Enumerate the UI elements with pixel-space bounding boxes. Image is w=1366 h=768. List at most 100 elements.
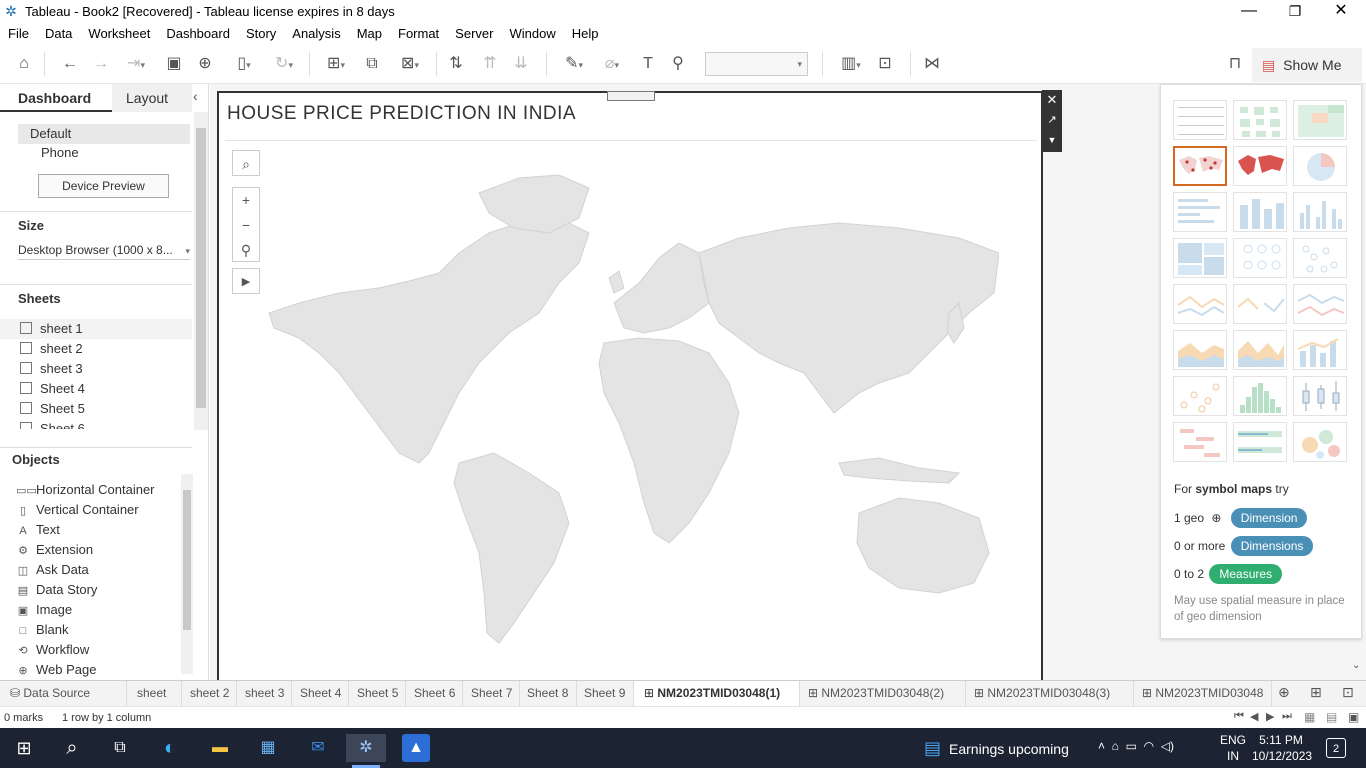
tab-sheet[interactable]: Sheet 5 [349,681,406,706]
minimize-button[interactable]: — [1226,0,1272,22]
objects-scrollbar[interactable] [181,474,193,674]
menu-help[interactable]: Help [564,26,607,41]
tab-sheet[interactable]: Sheet 6 [406,681,463,706]
chart-circle-views-icon[interactable] [1233,238,1287,278]
chart-highlight-table-icon[interactable] [1293,100,1347,140]
redo-icon[interactable]: → [91,54,111,74]
sheet-item[interactable]: Sheet 6 [20,421,85,429]
tab-dashboard-active[interactable]: ⊞ NM2023TMID03048(1) [634,681,800,706]
new-data-source-icon[interactable]: ⊕ [195,54,215,74]
close-window-button[interactable]: ✕ [1318,0,1364,22]
tab-sheet[interactable]: Sheet 7 [463,681,520,706]
sheets-scrollbar[interactable] [194,112,208,430]
sheet-item[interactable]: sheet 2 [20,341,83,356]
object-web-page[interactable]: ⊕ Web Page [16,662,96,677]
swap-rows-columns-icon[interactable]: ⇅ [446,54,466,74]
clock[interactable]: 5:11 PM 10/12/2023 [1252,732,1312,764]
first-sheet-icon[interactable]: ⏮ [1234,710,1244,723]
chart-horizontal-bars-icon[interactable] [1173,192,1227,232]
tab-dashboard[interactable]: Dashboard [0,84,112,112]
object-blank[interactable]: □ Blank [16,622,69,637]
chart-box-whisker-icon[interactable] [1293,376,1347,416]
object-extension[interactable]: ⚙ Extension [16,542,93,557]
chart-lines-continuous-icon[interactable] [1173,284,1227,324]
device-phone[interactable]: Phone [41,145,79,160]
chart-dual-lines-icon[interactable] [1293,284,1347,324]
object-text[interactable]: A Text [16,522,60,537]
chart-histogram-icon[interactable] [1233,376,1287,416]
menu-analysis[interactable]: Analysis [284,26,348,41]
group-members-icon[interactable]: ⌀▾ [596,54,628,74]
drag-handle[interactable] [607,91,655,101]
object-vertical-container[interactable]: ▯ Vertical Container [16,502,139,517]
show-sheet-sorter-icon[interactable]: ▣ [1348,710,1359,724]
pin-map-icon[interactable]: ⚲ [233,238,259,263]
tab-sheet[interactable]: sheet 2 [182,681,237,706]
sheet-item[interactable]: Sheet 5 [20,401,85,416]
menu-file[interactable]: File [0,26,37,41]
object-data-story[interactable]: ▤ Data Story [16,582,98,597]
presentation-mode-icon[interactable]: ⊡ [874,54,896,74]
search-icon[interactable]: ⌕ [58,734,86,762]
chart-area-discrete-icon[interactable] [1233,330,1287,370]
photos-app-icon[interactable]: ▲ [402,734,430,762]
object-ask-data[interactable]: ◫ Ask Data [16,562,89,577]
fit-dropdown[interactable]: ▾ [705,52,808,76]
windows-start-icon[interactable]: ⊞ [10,734,38,762]
highlight-icon[interactable]: ✎▾ [558,54,590,74]
chart-symbol-map-icon[interactable] [1173,146,1227,186]
remove-from-dashboard-icon[interactable]: ✕ [1042,90,1062,110]
system-tray-icons[interactable]: ˄ ⌂ ▭ ◠ ◁) [1098,739,1174,753]
tab-layout[interactable]: Layout [112,84,192,112]
share-icon[interactable]: ⋈ [921,54,943,74]
chart-filled-map-icon[interactable] [1233,146,1287,186]
menu-server[interactable]: Server [447,26,501,41]
expand-toolbar-icon[interactable]: ▶ [232,268,260,294]
more-options-icon[interactable]: ▼ [1042,130,1062,150]
chart-bullet-icon[interactable] [1233,422,1287,462]
show-me-button[interactable]: ▤ Show Me [1252,48,1362,82]
tab-sheet[interactable]: sheet 1 [128,681,182,725]
object-horizontal-container[interactable]: ▭▭Horizontal Container [16,482,155,497]
clear-sheet-icon[interactable]: ⊠▾ [392,54,428,74]
sort-descending-icon[interactable]: ⇊ [511,54,531,74]
notification-center-icon[interactable]: 2 [1326,738,1346,758]
menu-format[interactable]: Format [390,26,447,41]
menu-map[interactable]: Map [349,26,390,41]
object-image[interactable]: ▣ Image [16,602,72,617]
chart-area-continuous-icon[interactable] [1173,330,1227,370]
menu-dashboard[interactable]: Dashboard [158,26,238,41]
sheet-item[interactable]: sheet 3 [20,361,83,376]
show-mark-labels-icon[interactable]: T [638,54,658,74]
last-sheet-icon[interactable]: ⏭ [1282,710,1292,723]
zoom-out-icon[interactable]: − [233,213,259,238]
chart-heat-map-icon[interactable] [1233,100,1287,140]
menu-story[interactable]: Story [238,26,284,41]
chart-side-by-side-circles-icon[interactable] [1293,238,1347,278]
object-workflow[interactable]: ⟲ Workflow [16,642,89,657]
show-filmstrip-icon[interactable]: ▦ [1304,710,1315,724]
device-preview-button[interactable]: Device Preview [38,174,169,198]
tab-dashboard[interactable]: ⊞ NM2023TMID03048 [1134,681,1272,706]
pause-updates-icon[interactable]: ▯▾ [226,54,262,74]
show-tabs-icon[interactable]: ▤ [1326,710,1337,724]
menu-worksheet[interactable]: Worksheet [80,26,158,41]
chart-lines-discrete-icon[interactable] [1233,284,1287,324]
mail-icon[interactable]: ✉ [304,734,332,762]
tab-dashboard[interactable]: ⊞ NM2023TMID03048(2) [800,681,966,706]
new-worksheet-icon[interactable]: ⊞▾ [318,54,354,74]
chart-text-table-icon[interactable] [1173,100,1227,140]
chart-pie-icon[interactable] [1293,146,1347,186]
paint-format-icon[interactable]: ⊓ [1224,54,1246,74]
new-dashboard-tab-icon[interactable]: ⊞ [1310,684,1322,701]
replay-icon[interactable]: ⇥▾ [121,54,151,74]
file-explorer-icon[interactable]: ▬ [206,734,234,762]
next-sheet-icon[interactable]: ▶ [1266,710,1274,723]
duplicate-sheet-icon[interactable]: ⧉ [362,54,382,74]
device-default[interactable]: Default [18,124,190,144]
refresh-icon[interactable]: ↻▾ [266,54,302,74]
menu-data[interactable]: Data [37,26,80,41]
tab-sheet[interactable]: sheet 3 [237,681,292,706]
show-cards-icon[interactable]: ▥▾ [834,54,868,74]
undo-icon[interactable]: ← [60,54,80,74]
